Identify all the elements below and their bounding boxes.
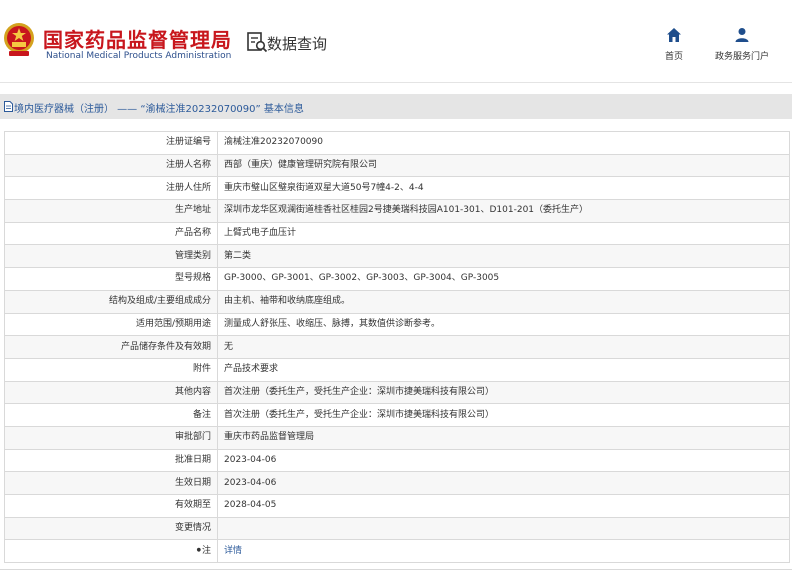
document-icon (4, 101, 13, 112)
detail-table: 注册证编号 渝械注准20232070090 注册人名称 西部（重庆）健康管理研究院有限… (4, 131, 790, 564)
breadcrumb: 境内医疗器械（注册） —— “渝械注准20232070090” 基本信息 (0, 94, 792, 119)
field-label: 结构及组成/主要组成成分 (4, 289, 218, 314)
table-row: 注册人住所 重庆市璧山区璧泉街道双星大道50号7幢4-2、4-4 (4, 176, 790, 201)
table-row-note: ●注 详情 (4, 539, 790, 564)
table-row: 产品储存条件及有效期无 (4, 335, 790, 359)
table-row: 结构及组成/主要组成成分 由主机、袖带和收纳底座组成。 (4, 289, 790, 314)
table-row: 管理类别 第二类 (4, 244, 790, 269)
national-emblem-icon (4, 23, 34, 56)
field-value: 第二类 (217, 244, 790, 269)
data-query-label: 数据查询 (267, 35, 328, 53)
note-label: 注 (201, 546, 211, 557)
field-value: 2028-04-05 (217, 494, 790, 518)
table-row: 其他内容 首次注册（委托生产，受托生产企业：深圳市捷美瑞科技有限公司） (4, 380, 790, 405)
details-link[interactable]: 详情 (224, 546, 242, 556)
field-label: 生效日期 (4, 471, 218, 495)
table-row: 注册证编号 渝械注准20232070090 (4, 131, 790, 155)
field-value: 深圳市龙华区观澜街道桂香社区桂园2号捷美瑞科技园A101-301、D101-20… (217, 199, 790, 223)
table-row: 适用范围/预期用途 测量成人舒张压、收缩压、脉搏，其数值供诊断参考。 (4, 312, 790, 337)
site-subtitle: National Medical Products Administration (46, 51, 232, 61)
field-value: 由主机、袖带和收纳底座组成。 (217, 289, 790, 314)
table-row: 生产地址 深圳市龙华区观澜街道桂香社区桂园2号捷美瑞科技园A101-301、D10… (4, 199, 790, 223)
nav-portal-label: 政务服务门户 (714, 52, 769, 62)
field-value: 首次注册（委托生产，受托生产企业：深圳市捷美瑞科技有限公司） (217, 380, 790, 405)
field-value: 重庆市璧山区璧泉街道双星大道50号7幢4-2、4-4 (217, 176, 790, 201)
field-label: 注册人住所 (4, 176, 218, 201)
field-label: 审批部门 (4, 425, 218, 450)
user-icon (735, 28, 749, 42)
field-label: 变更情况 (4, 516, 218, 541)
field-value: 西部（重庆）健康管理研究院有限公司 (217, 153, 790, 178)
site-header: 国家药品监督管理局 National Medical Products Admi… (0, 0, 792, 82)
field-value: 无 (217, 335, 790, 359)
table-row: 注册人名称 西部（重庆）健康管理研究院有限公司 (4, 153, 790, 178)
note-label-cell: ●注 (4, 539, 218, 564)
field-value: 2023-04-06 (217, 448, 790, 473)
table-row: 审批部门 重庆市药品监督管理局 (4, 425, 790, 450)
field-value: 测量成人舒张压、收缩压、脉搏，其数值供诊断参考。 (217, 312, 790, 337)
table-row: 生效日期 2023-04-06 (4, 471, 790, 495)
table-row: 产品名称 上臂式电子血压计 (4, 221, 790, 246)
field-value: 重庆市药品监督管理局 (217, 425, 790, 450)
table-row: 批准日期 2023-04-06 (4, 448, 790, 473)
table-row: 有效期至 2028-04-05 (4, 494, 790, 518)
data-query-icon (247, 32, 268, 53)
field-label: 附件 (4, 357, 218, 382)
field-label: 型号规格 (4, 267, 218, 291)
field-label: 其他内容 (4, 380, 218, 405)
site-title: 国家药品监督管理局 (43, 28, 232, 52)
header-divider (0, 82, 792, 83)
field-label: 有效期至 (4, 494, 218, 518)
bottom-divider (0, 569, 792, 570)
note-marker-icon: ● (196, 547, 201, 554)
breadcrumb-text: 境内医疗器械（注册） —— “渝械注准20232070090” 基本信息 (14, 104, 304, 115)
table-row: 附件 产品技术要求 (4, 357, 790, 382)
field-label: 批准日期 (4, 448, 218, 473)
field-label: 备注 (4, 403, 218, 427)
nav-home-link[interactable]: 首页 (652, 27, 696, 62)
nav-home-label: 首页 (664, 52, 683, 62)
field-label: 注册证编号 (4, 131, 218, 155)
field-label: 产品名称 (4, 221, 218, 246)
field-value: 首次注册（委托生产，受托生产企业：深圳市捷美瑞科技有限公司） (217, 403, 790, 427)
field-label: 生产地址 (4, 199, 218, 223)
field-value: 2023-04-06 (217, 471, 790, 495)
home-icon (667, 28, 681, 42)
table-row: 型号规格 GP-3000、GP-3001、GP-3002、GP-3003、GP-3… (4, 267, 790, 291)
field-value: 上臂式电子血压计 (217, 221, 790, 246)
field-value: GP-3000、GP-3001、GP-3002、GP-3003、GP-3004、… (217, 267, 790, 291)
field-value (217, 516, 790, 541)
field-value: 产品技术要求 (217, 357, 790, 382)
field-label: 注册人名称 (4, 153, 218, 178)
nav-portal-link[interactable]: 政务服务门户 (706, 27, 778, 62)
field-label: 管理类别 (4, 244, 218, 269)
field-label: 产品储存条件及有效期 (4, 335, 218, 359)
field-label: 适用范围/预期用途 (4, 312, 218, 337)
table-row: 备注 首次注册（委托生产，受托生产企业：深圳市捷美瑞科技有限公司） (4, 403, 790, 427)
field-value: 渝械注准20232070090 (217, 131, 790, 155)
table-row: 变更情况 (4, 516, 790, 541)
note-value-cell: 详情 (217, 539, 790, 564)
